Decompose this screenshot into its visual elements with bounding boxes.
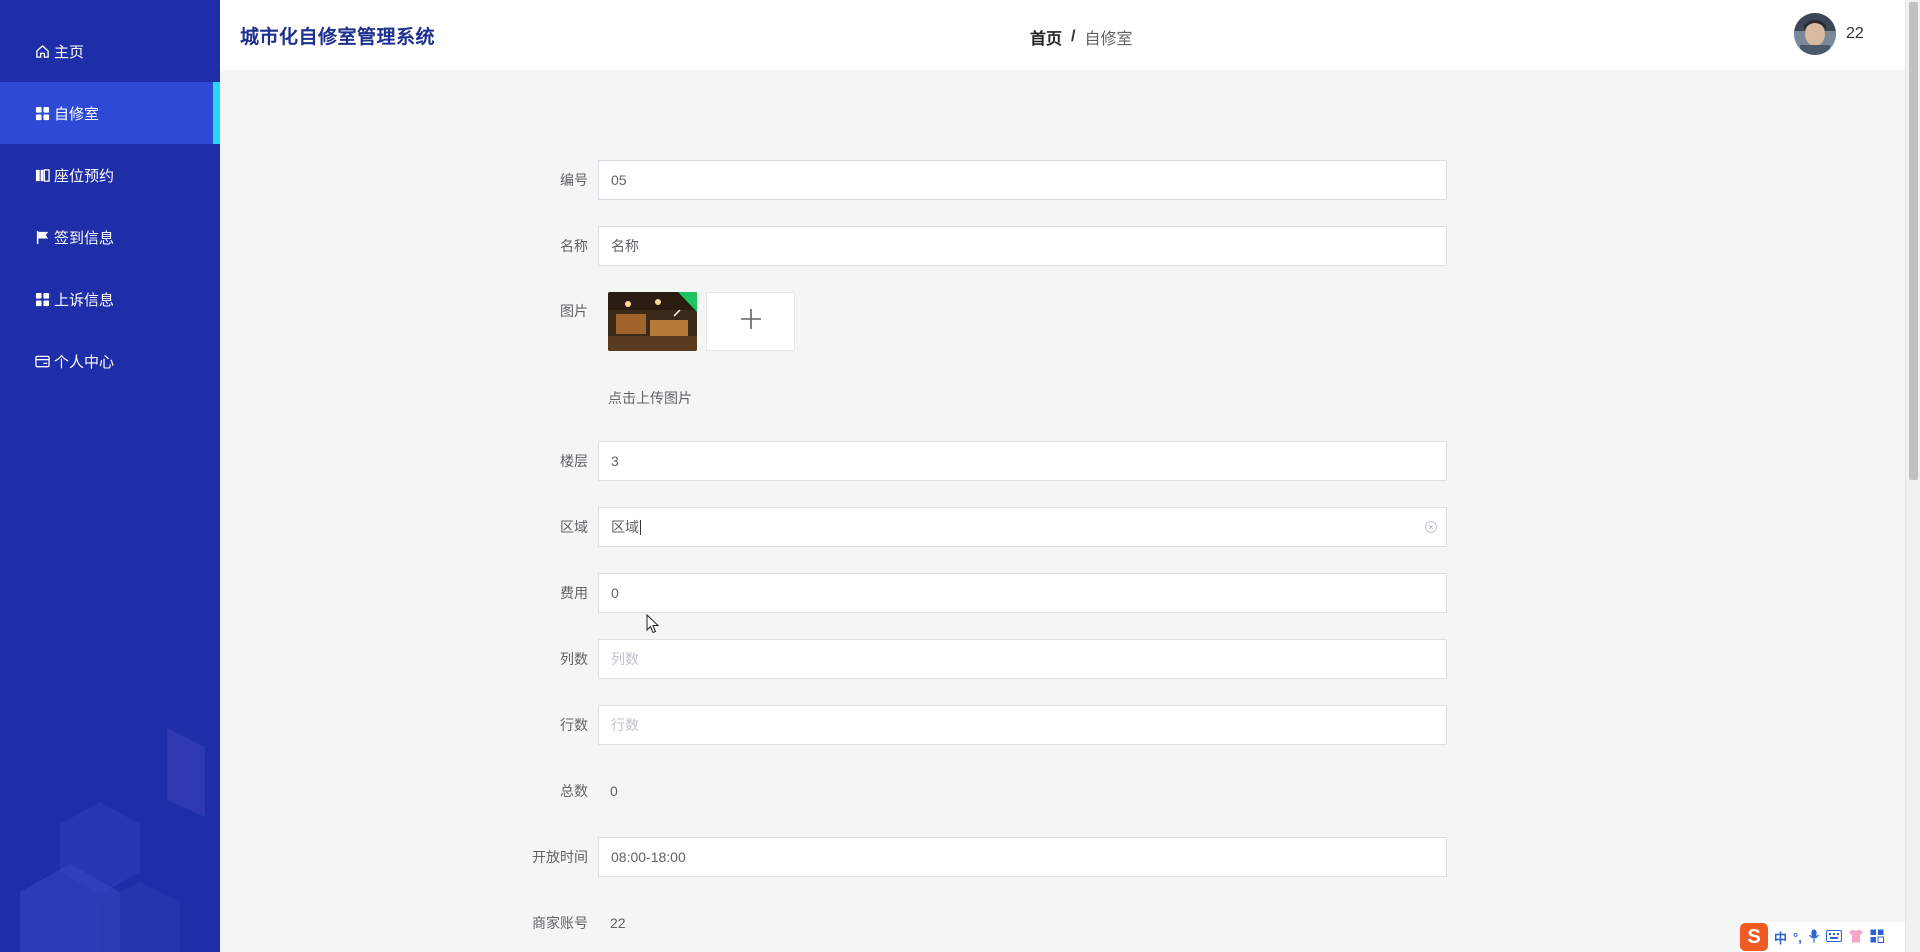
name-input[interactable]: 名称 [598,226,1447,266]
home-icon [34,43,50,59]
uploaded-image-thumbnail[interactable] [608,292,697,351]
clear-icon[interactable] [1424,520,1438,534]
scrollbar-thumb[interactable] [1909,2,1918,480]
image-label: 图片 [560,303,588,319]
total-value: 0 [610,783,618,799]
sidebar-item-personal-center[interactable]: 个人中心 [0,330,220,392]
book-icon [34,167,50,183]
area-input[interactable]: 区域 [598,507,1447,547]
floor-input[interactable]: 3 [598,441,1447,481]
ime-mode-indicator[interactable]: 中 [1774,928,1787,947]
form-item-open-time: 开放时间 08:00-18:00 [520,837,1457,877]
sidebar-item-label: 自修室 [54,105,100,123]
sidebar-item-home[interactable]: 主页 [0,20,220,82]
form-item-columns: 列数 列数 [520,639,1457,679]
image-uploader [608,292,795,351]
breadcrumb-current: 自修室 [1084,31,1133,48]
upload-hint: 点击上传图片 [608,390,692,406]
sidebar-item-label: 签到信息 [54,229,115,247]
username: 22 [1846,25,1864,42]
top-header: 城市化自修室管理系统 首页 / 自修室 22 [220,0,1905,70]
total-label: 总数 [560,783,588,799]
sidebar-item-label: 上诉信息 [54,291,115,309]
form-item-code: 编号 05 [520,160,1457,200]
sidebar-item-label: 座位预约 [54,167,115,185]
form-item-rows: 行数 行数 [520,705,1457,745]
code-label: 编号 [560,172,588,188]
form-item-floor: 楼层 3 [520,441,1457,481]
rows-input[interactable]: 行数 [598,705,1447,745]
sidebar-item-appeal-info[interactable]: 上诉信息 [0,268,220,330]
sidebar-decoration [20,728,205,952]
text-caret [640,519,641,535]
plus-icon [739,307,763,336]
keyboard-icon[interactable] [1825,929,1842,945]
sidebar: 主页 自修室 座位预约 签到信息 上诉信息 个人中心 [0,0,220,952]
columns-input[interactable]: 列数 [598,639,1447,679]
columns-label: 列数 [560,651,588,667]
open-time-label: 开放时间 [532,849,588,865]
sidebar-item-label: 个人中心 [54,353,115,371]
form-item-name: 名称 名称 [520,226,1457,266]
form-item-merchant-account: 商家账号 22 [520,903,1457,943]
fee-label: 费用 [560,585,588,601]
area-input-value: 区域 [611,519,639,535]
open-time-input[interactable]: 08:00-18:00 [598,837,1447,877]
form-item-area: 区域 区域 [520,507,1457,547]
user-menu[interactable]: 22 [1794,13,1864,55]
flag-icon [34,229,50,245]
ime-toolbar[interactable]: S 中 °, [1740,922,1905,952]
page-scrollbar[interactable] [1905,0,1920,952]
ime-logo[interactable]: S [1740,923,1768,951]
code-input[interactable]: 05 [598,160,1447,200]
breadcrumb-home[interactable]: 首页 [1030,25,1062,49]
name-label: 名称 [560,238,588,254]
grid-icon [34,105,50,121]
avatar[interactable] [1794,13,1836,55]
toolbox-icon[interactable] [1870,929,1884,946]
form-item-fee: 费用 0 [520,573,1457,613]
grid-icon [34,291,50,307]
form-item-total: 总数 0 [520,771,1457,811]
rows-label: 行数 [560,717,588,733]
skin-icon[interactable] [1848,929,1864,946]
area-label: 区域 [560,519,588,535]
app-title: 城市化自修室管理系统 [240,27,436,48]
sidebar-item-checkin-info[interactable]: 签到信息 [0,206,220,268]
breadcrumb-separator: / [1071,28,1076,45]
sidebar-item-label: 主页 [54,43,85,61]
punctuation-icon[interactable]: °, [1793,930,1802,945]
floor-label: 楼层 [560,453,588,469]
merchant-account-value: 22 [610,915,626,931]
sidebar-item-study-room[interactable]: 自修室 [0,82,220,144]
upload-image-button[interactable] [706,292,795,351]
card-icon [34,353,50,369]
breadcrumb: 首页 / 自修室 [1030,25,1132,49]
merchant-account-label: 商家账号 [532,915,588,931]
sidebar-item-seat-reservation[interactable]: 座位预约 [0,144,220,206]
microphone-icon[interactable] [1808,929,1820,946]
fee-input[interactable]: 0 [598,573,1447,613]
mouse-cursor-icon [646,614,660,634]
